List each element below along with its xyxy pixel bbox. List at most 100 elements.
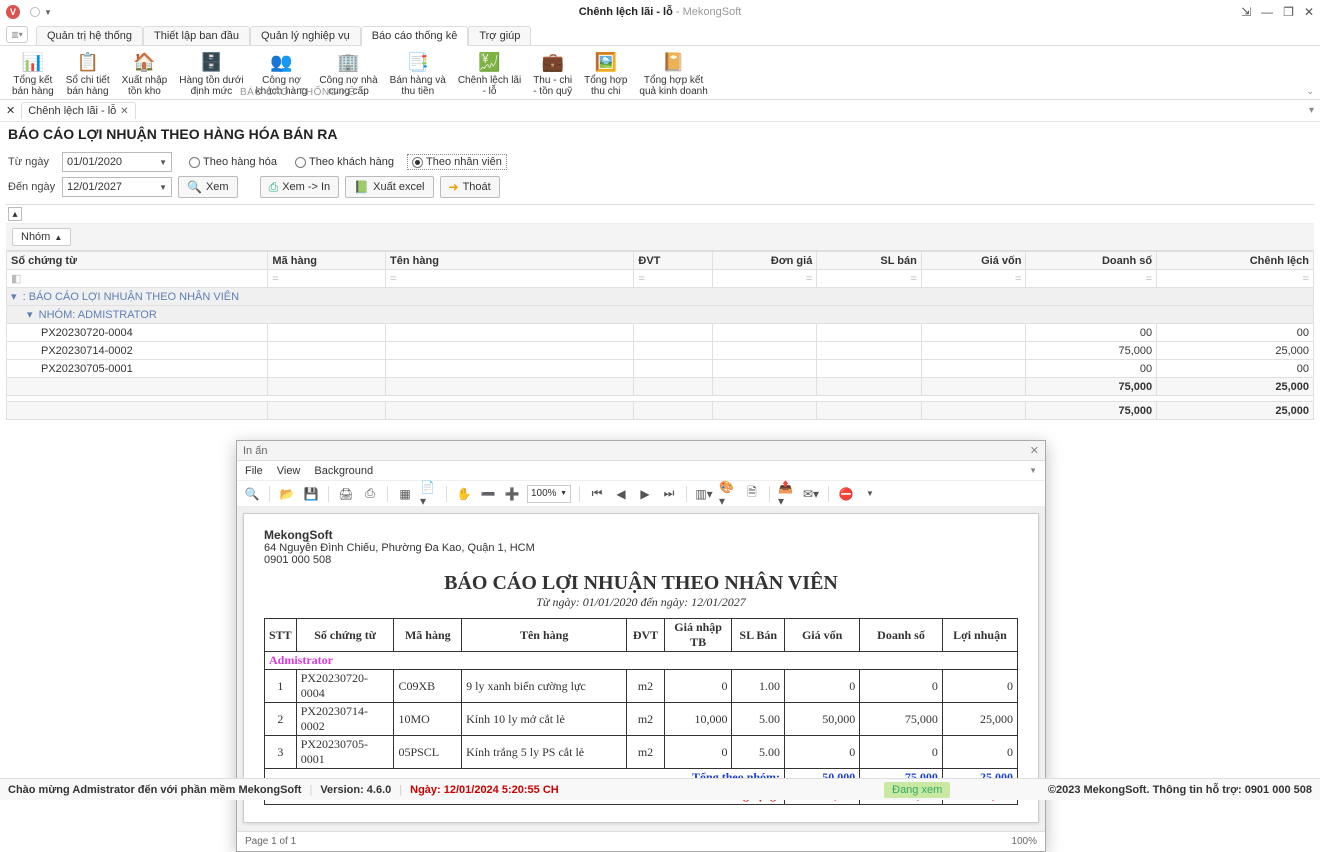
menu-tab[interactable]: Báo cáo thống kê <box>361 26 469 46</box>
subtotal-cell <box>634 378 712 396</box>
collapse-all-button[interactable]: ▴ <box>8 207 22 221</box>
menu-dropdown-icon[interactable]: ▼ <box>1029 466 1037 475</box>
filter-cell[interactable]: = <box>1026 270 1157 288</box>
filter-cell[interactable]: = <box>1157 270 1314 288</box>
menu-tab[interactable]: Trợ giúp <box>468 26 531 45</box>
page-setup-icon[interactable]: 📄▾ <box>420 485 438 503</box>
menu-view[interactable]: View <box>277 465 301 477</box>
rpt-column-header: Giá vốn <box>785 619 860 652</box>
print-preview-button[interactable]: ⎙Xem -> In <box>260 176 340 198</box>
table-row[interactable]: PX20230720-00040000 <box>7 324 1314 342</box>
state-badge: Đang xem <box>884 782 950 798</box>
email-icon[interactable]: ✉▾ <box>802 485 820 503</box>
close-all-tabs-button[interactable]: ✕ <box>6 104 15 117</box>
column-header[interactable]: SL bán <box>817 252 922 270</box>
toolbar-dropdown-icon[interactable]: ▼ <box>861 485 879 503</box>
ribbon-button[interactable]: 📋Sổ chi tiếtbán hàng <box>60 48 116 99</box>
hand-icon[interactable]: ✋ <box>455 485 473 503</box>
filter-cell[interactable]: = <box>634 270 712 288</box>
close-button[interactable]: ✕ <box>1304 5 1314 19</box>
minimize-button[interactable]: — <box>1261 5 1273 19</box>
column-header[interactable]: Doanh số <box>1026 252 1157 270</box>
multi-page-icon[interactable]: ▥▾ <box>695 485 713 503</box>
from-date-input[interactable]: 01/01/2020▼ <box>62 152 172 172</box>
radio-option[interactable]: Theo khách hàng <box>290 154 399 170</box>
ribbon-button[interactable]: 📊Tổng kếtbán hàng <box>6 48 60 99</box>
view-button[interactable]: 🔍Xem <box>178 176 238 198</box>
save-icon[interactable]: 💾 <box>302 485 320 503</box>
last-page-icon[interactable]: ⏭ <box>660 485 678 503</box>
filter-cell[interactable]: = <box>268 270 386 288</box>
quick-access-dropdown[interactable] <box>30 7 40 17</box>
document-tab[interactable]: Chênh lệch lãi - lỗ ✕ <box>21 102 135 119</box>
export-excel-button[interactable]: 📗Xuất excel <box>345 176 433 198</box>
next-page-icon[interactable]: ▶ <box>636 485 654 503</box>
ribbon-button[interactable]: 🗄️Hàng tồn dướiđịnh mức <box>173 48 249 99</box>
print-icon[interactable]: 🖨 <box>337 485 355 503</box>
search-icon[interactable]: 🔍 <box>243 485 261 503</box>
column-header[interactable]: ĐVT <box>634 252 712 270</box>
first-page-icon[interactable]: ⏮ <box>588 485 606 503</box>
column-header[interactable]: Số chứng từ <box>7 252 268 270</box>
cell <box>386 342 634 360</box>
column-header[interactable]: Tên hàng <box>386 252 634 270</box>
close-preview-icon[interactable]: ⛔ <box>837 485 855 503</box>
radio-option[interactable]: Theo hàng hóa <box>184 154 282 170</box>
zoom-in-icon[interactable]: ➕ <box>503 485 521 503</box>
table-row[interactable]: PX20230714-000275,00025,000 <box>7 342 1314 360</box>
watermark-icon[interactable]: 🗎 <box>743 485 761 503</box>
filter-cell[interactable]: = <box>817 270 922 288</box>
params-icon[interactable]: ▦ <box>396 485 414 503</box>
tab-close-icon[interactable]: ✕ <box>120 106 128 117</box>
zoom-out-icon[interactable]: ➖ <box>479 485 497 503</box>
table-row[interactable]: PX20230705-00010000 <box>7 360 1314 378</box>
ribbon-button[interactable]: 📔Tổng hợp kếtquả kinh doanh <box>633 48 713 99</box>
filter-cell[interactable]: = <box>712 270 817 288</box>
to-date-input[interactable]: 12/01/2027▼ <box>62 177 172 197</box>
radio-option[interactable]: Theo nhân viên <box>407 154 507 170</box>
quick-print-icon[interactable]: ⎙ <box>361 485 379 503</box>
company-address: 64 Nguyễn Đình Chiếu, Phường Đa Kao, Quậ… <box>264 542 1018 554</box>
dialog-close-button[interactable]: ✕ <box>1030 444 1039 457</box>
column-header[interactable]: Giá vốn <box>921 252 1026 270</box>
sub-group-header[interactable]: ▾ Nhóm: Admistrator <box>7 306 1314 324</box>
cell <box>268 342 386 360</box>
open-icon[interactable]: 📂 <box>278 485 296 503</box>
ribbon-button[interactable]: 🖼️Tổng hợpthu chi <box>578 48 633 99</box>
menu-tab[interactable]: Thiết lập ban đầu <box>143 26 250 45</box>
ribbon-expand-icon[interactable]: ⌄ <box>1306 86 1314 97</box>
filter-cell[interactable]: = <box>921 270 1026 288</box>
menu-bar: ▥▾ Quản trị hệ thốngThiết lập ban đầuQuả… <box>0 24 1320 46</box>
quick-access-chevron-icon[interactable]: ▼ <box>44 8 52 17</box>
ribbon-button[interactable]: 💼Thu - chi- tồn quỹ <box>527 48 578 99</box>
ribbon-button[interactable]: 🏠Xuất nhậptồn kho <box>116 48 174 99</box>
collapse-ribbon-icon[interactable]: ⇲ <box>1241 5 1251 19</box>
zoom-select[interactable]: 100%▼ <box>527 485 571 503</box>
column-header[interactable]: Đơn giá <box>712 252 817 270</box>
total-cell: 25,000 <box>1157 402 1314 420</box>
group-chip[interactable]: Nhóm▲ <box>12 228 71 246</box>
exit-button[interactable]: ➜Thoát <box>440 176 500 198</box>
ribbon-button[interactable]: 📑Bán hàng vàthu tiền <box>384 48 452 99</box>
menu-background[interactable]: Background <box>314 465 373 477</box>
rpt-column-header: ĐVT <box>627 619 665 652</box>
prev-page-icon[interactable]: ◀ <box>612 485 630 503</box>
export-icon[interactable]: 📤▾ <box>778 485 796 503</box>
filter-cell[interactable]: ◧ <box>7 270 268 288</box>
ribbon-label: Chênh lệch lãi- lỗ <box>458 75 521 97</box>
menu-tab[interactable]: Quản trị hệ thống <box>36 26 143 45</box>
column-chooser-button[interactable]: ▥▾ <box>6 26 28 43</box>
column-header[interactable]: Chênh lệch <box>1157 252 1314 270</box>
menu-tab[interactable]: Quản lý nghiệp vụ <box>250 26 361 45</box>
bg-color-icon[interactable]: 🎨▾ <box>719 485 737 503</box>
menu-file[interactable]: File <box>245 465 263 477</box>
tab-list-dropdown-icon[interactable]: ▾ <box>1309 105 1314 116</box>
column-header[interactable]: Mã hàng <box>268 252 386 270</box>
restore-button[interactable]: ❐ <box>1283 5 1294 19</box>
ribbon-button[interactable]: 💹Chênh lệch lãi- lỗ <box>452 48 527 99</box>
data-grid: ▴ Nhóm▲ Số chứng từMã hàngTên hàngĐVTĐơn… <box>6 204 1314 420</box>
document-tabs: ✕ Chênh lệch lãi - lỗ ✕ ▾ <box>0 100 1320 122</box>
group-panel[interactable]: Nhóm▲ <box>6 224 1314 251</box>
group-header[interactable]: ▾ : BÁO CÁO LỢI NHUẬN THEO NHÂN VIÊN <box>7 288 1314 306</box>
filter-cell[interactable]: = <box>386 270 634 288</box>
